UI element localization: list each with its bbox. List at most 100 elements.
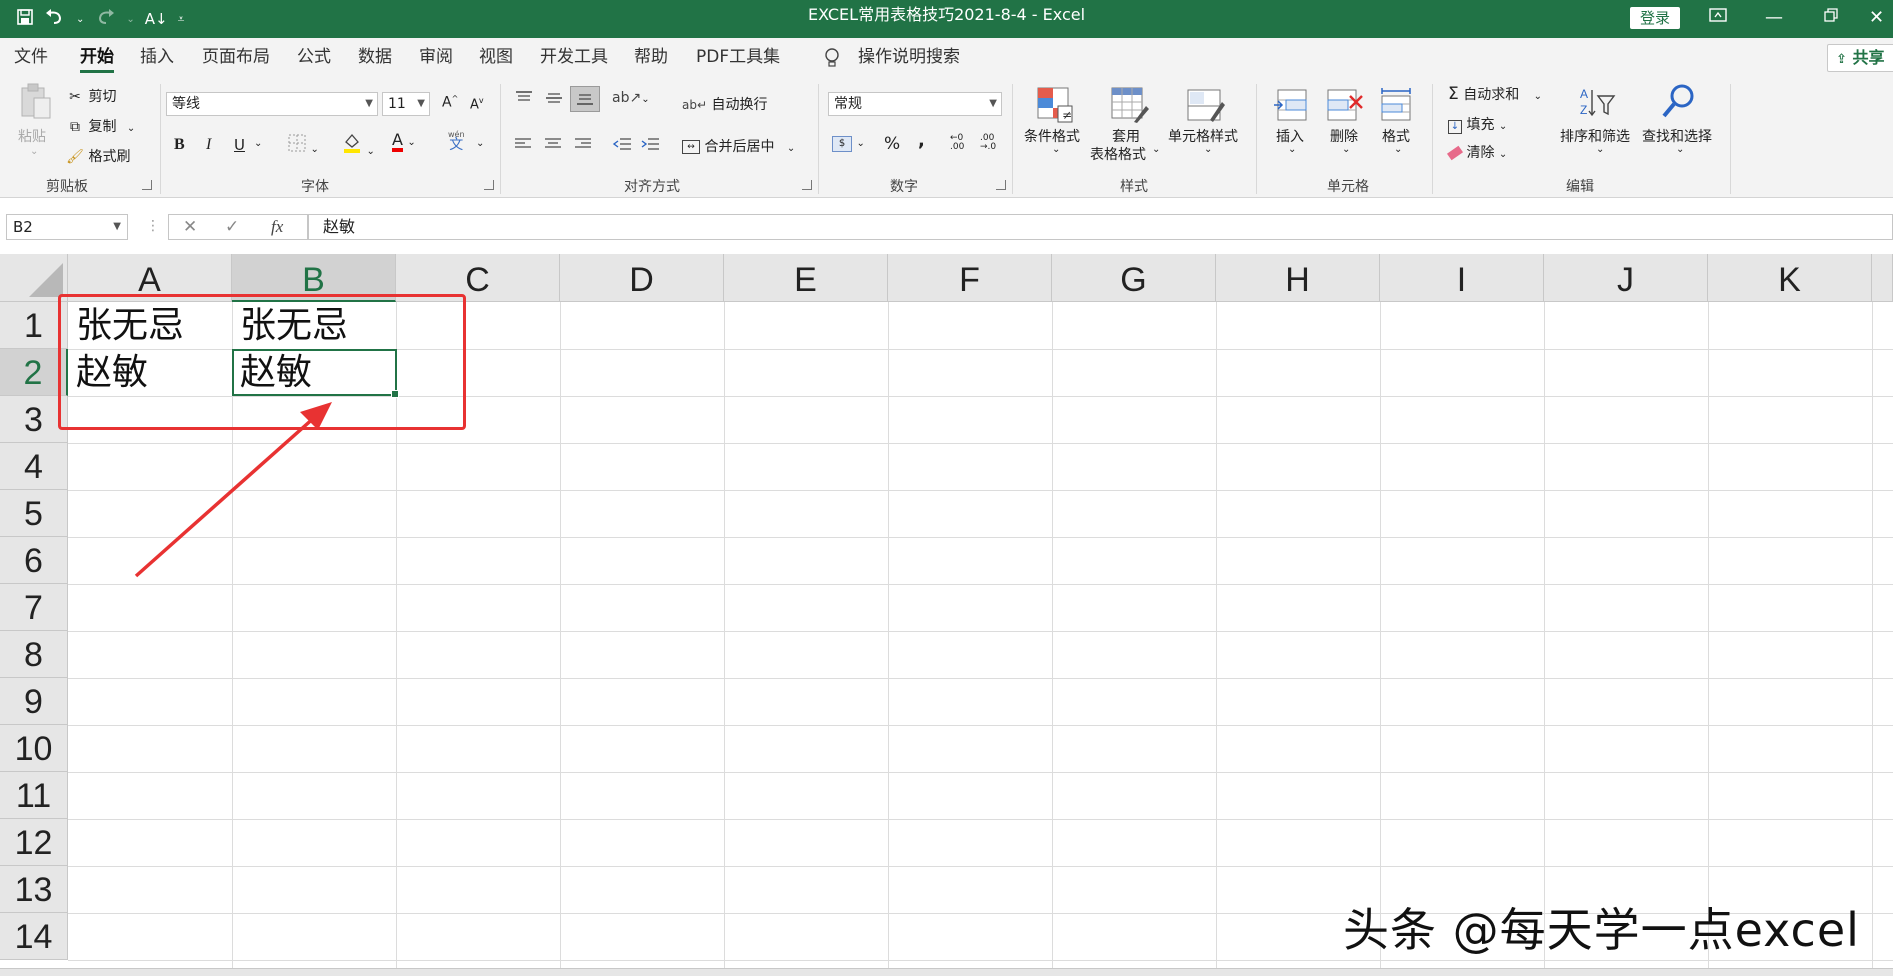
- copy-button[interactable]: ⧉ 复制 ⌄: [66, 116, 135, 136]
- comma-style-button[interactable]: ,: [918, 130, 925, 151]
- tab-page-layout[interactable]: 页面布局: [202, 38, 270, 76]
- align-right-icon[interactable]: [574, 136, 592, 156]
- tab-formulas[interactable]: 公式: [297, 38, 331, 76]
- tab-pdf-tools[interactable]: PDF工具集: [696, 38, 780, 76]
- find-select-label[interactable]: 查找和选择: [1642, 126, 1712, 146]
- format-as-table-label2[interactable]: 表格格式: [1090, 144, 1146, 164]
- align-middle-icon[interactable]: [544, 90, 564, 110]
- enter-icon[interactable]: ✓: [225, 215, 239, 239]
- ribbon-display-options-icon[interactable]: [1690, 0, 1746, 38]
- format-painter-button[interactable]: 🖌 格式刷: [66, 146, 130, 166]
- login-button[interactable]: 登录: [1630, 7, 1680, 29]
- tab-view[interactable]: 视图: [479, 38, 513, 76]
- sort-filter-label[interactable]: 排序和筛选: [1560, 126, 1630, 146]
- find-select-icon[interactable]: [1660, 82, 1698, 120]
- delete-cells-icon[interactable]: [1326, 86, 1364, 124]
- insert-dropdown-icon[interactable]: ⌄: [1288, 144, 1296, 155]
- conditional-dropdown-icon[interactable]: ⌄: [1052, 144, 1060, 155]
- font-color-dropdown-icon[interactable]: ⌄: [407, 137, 415, 148]
- merge-dropdown-icon[interactable]: ⌄: [787, 143, 795, 154]
- share-button[interactable]: ⇪ 共享: [1827, 44, 1893, 72]
- increase-indent-icon[interactable]: [640, 136, 660, 156]
- close-icon[interactable]: ✕: [1860, 0, 1893, 38]
- tab-home[interactable]: 开始: [80, 38, 114, 76]
- conditional-formatting-icon[interactable]: ≠: [1036, 86, 1074, 124]
- restore-icon[interactable]: [1803, 0, 1859, 38]
- tab-insert[interactable]: 插入: [140, 38, 174, 76]
- tab-data[interactable]: 数据: [358, 38, 392, 76]
- number-launcher-icon[interactable]: [996, 180, 1006, 190]
- bold-button[interactable]: B: [174, 136, 185, 154]
- copy-dropdown-icon[interactable]: ⌄: [127, 123, 135, 134]
- paste-button[interactable]: [18, 82, 54, 126]
- tab-file[interactable]: 文件: [14, 38, 48, 76]
- delete-cells-label[interactable]: 删除: [1330, 126, 1358, 146]
- worksheet-grid[interactable]: A B C D E F G H I J K 1 2 3 4 5 6 7 8 9 …: [0, 254, 1893, 976]
- increase-decimal-icon[interactable]: ←0.00: [950, 134, 964, 152]
- phonetic-dropdown-icon[interactable]: ⌄: [476, 138, 484, 149]
- formula-bar-drag-handle[interactable]: ⋮: [146, 218, 160, 234]
- accounting-format-button[interactable]: $ ⌄: [832, 134, 865, 152]
- decrease-font-size-button[interactable]: Av: [470, 96, 484, 112]
- formula-input[interactable]: 赵敏: [308, 214, 1893, 240]
- tab-developer[interactable]: 开发工具: [540, 38, 608, 76]
- format-cells-label[interactable]: 格式: [1382, 126, 1410, 146]
- format-cells-icon[interactable]: [1378, 86, 1416, 124]
- tab-review[interactable]: 审阅: [419, 38, 453, 76]
- number-format-select[interactable]: 常规 ▼: [828, 92, 1002, 116]
- sort-filter-icon[interactable]: AZ: [1578, 84, 1616, 122]
- merge-center-button[interactable]: ↔ 合并后居中 ⌄: [682, 136, 795, 156]
- borders-dropdown-icon[interactable]: ⌄: [310, 144, 318, 155]
- insert-cells-icon[interactable]: [1272, 86, 1310, 124]
- minimize-icon[interactable]: —: [1746, 0, 1802, 38]
- accounting-dropdown-icon[interactable]: ⌄: [856, 138, 864, 149]
- align-left-icon[interactable]: [514, 136, 532, 156]
- delete-dropdown-icon[interactable]: ⌄: [1342, 144, 1350, 155]
- font-size-select[interactable]: 11 ▼: [382, 92, 430, 116]
- font-launcher-icon[interactable]: [484, 180, 494, 190]
- clipboard-launcher-icon[interactable]: [142, 180, 152, 190]
- sort-filter-dropdown-icon[interactable]: ⌄: [1596, 144, 1604, 155]
- format-as-table-icon[interactable]: [1110, 86, 1149, 124]
- format-as-table-dropdown-icon[interactable]: ⌄: [1152, 144, 1160, 155]
- name-box[interactable]: B2 ▼: [6, 214, 128, 240]
- tab-help[interactable]: 帮助: [634, 38, 668, 76]
- insert-cells-label[interactable]: 插入: [1276, 126, 1304, 146]
- align-center-icon[interactable]: [544, 136, 562, 156]
- underline-button[interactable]: U: [234, 136, 245, 154]
- clear-dropdown-icon[interactable]: ⌄: [1499, 149, 1507, 160]
- fill-button[interactable]: ↓ 填充 ⌄: [1448, 114, 1507, 134]
- cancel-icon[interactable]: ✕: [183, 215, 197, 239]
- tell-me-search[interactable]: 操作说明搜索: [858, 38, 960, 76]
- format-dropdown-icon[interactable]: ⌄: [1394, 144, 1402, 155]
- autosum-dropdown-icon[interactable]: ⌄: [1534, 91, 1542, 102]
- wrap-text-button[interactable]: ab↵ 自动换行: [682, 94, 767, 114]
- align-bottom-icon[interactable]: [570, 86, 600, 112]
- phonetic-guide-button[interactable]: wén 文: [448, 130, 465, 152]
- fill-color-dropdown-icon[interactable]: ⌄: [366, 146, 374, 157]
- decrease-decimal-icon[interactable]: .00 →.0: [980, 134, 996, 152]
- percent-style-button[interactable]: %: [884, 134, 900, 154]
- font-name-select[interactable]: 等线 ▼: [166, 92, 378, 116]
- borders-button[interactable]: ⌄: [288, 134, 319, 156]
- insert-function-icon[interactable]: fx: [271, 215, 283, 239]
- fill-dropdown-icon[interactable]: ⌄: [1499, 121, 1507, 132]
- italic-button[interactable]: I: [206, 136, 211, 154]
- conditional-formatting-label[interactable]: 条件格式: [1024, 126, 1080, 146]
- orientation-icon[interactable]: ab↗⌄: [612, 90, 650, 106]
- format-as-table-label1[interactable]: 套用: [1112, 126, 1140, 146]
- underline-dropdown-icon[interactable]: ⌄: [254, 138, 262, 149]
- align-top-icon[interactable]: [514, 90, 534, 110]
- autosum-button[interactable]: Σ 自动求和 ⌄: [1448, 84, 1542, 104]
- paste-dropdown-icon[interactable]: ⌄: [30, 146, 38, 157]
- cell-styles-label[interactable]: 单元格样式: [1168, 126, 1238, 146]
- cut-button[interactable]: ✂ 剪切: [66, 86, 116, 106]
- clear-button[interactable]: 清除 ⌄: [1446, 142, 1507, 162]
- find-select-dropdown-icon[interactable]: ⌄: [1676, 144, 1684, 155]
- cell-styles-icon[interactable]: [1186, 86, 1225, 124]
- cell-styles-dropdown-icon[interactable]: ⌄: [1204, 144, 1212, 155]
- increase-font-size-button[interactable]: A^: [442, 94, 458, 111]
- alignment-launcher-icon[interactable]: [802, 180, 812, 190]
- fill-color-button[interactable]: ⌄: [342, 132, 375, 158]
- font-color-button[interactable]: A ⌄: [392, 132, 416, 152]
